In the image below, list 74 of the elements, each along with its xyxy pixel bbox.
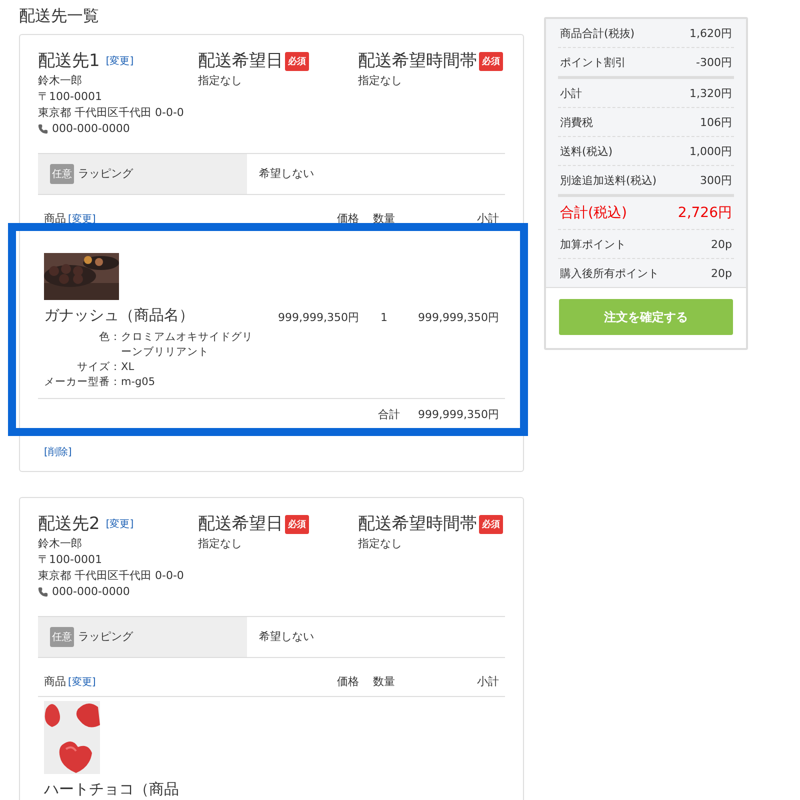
- phone-number: 000-000-0000: [52, 584, 130, 600]
- delivery-date-value: 指定なし: [198, 73, 243, 89]
- summary-label: 消費税: [560, 114, 593, 130]
- change-link[interactable]: [変更]: [106, 517, 134, 531]
- option-label: メーカー型番：: [44, 375, 121, 390]
- shipment-title: 配送先2: [38, 513, 100, 536]
- required-badge: 必須: [285, 52, 309, 70]
- summary-label: 商品合計(税抜): [560, 26, 635, 40]
- wrapping-value: 希望しない: [259, 629, 314, 645]
- required-badge: 必須: [285, 514, 309, 534]
- optional-badge: 任意: [50, 627, 74, 647]
- summary-value: 2,726円: [678, 204, 732, 222]
- optional-badge: 任意: [50, 164, 74, 184]
- summary-value: -300円: [696, 54, 732, 70]
- option-label: サイズ：: [76, 360, 121, 375]
- phone-icon: [38, 124, 48, 134]
- recipient-name: 鈴木一郎: [38, 536, 83, 552]
- recipient-name: 鈴木一郎: [38, 73, 83, 89]
- total-label: 合計: [378, 407, 400, 423]
- postal-code: 〒100-0001: [38, 552, 103, 568]
- delivery-time-value: 指定なし: [358, 73, 403, 89]
- phone-icon: [38, 587, 48, 597]
- address: 東京都 千代田区千代田 0-0-0: [38, 568, 185, 584]
- phone-number: 000-000-0000: [52, 121, 130, 137]
- required-badge: 必須: [479, 52, 503, 70]
- column-header: 商品: [44, 674, 66, 690]
- quantity: 1: [380, 310, 388, 326]
- option-label: 色：: [98, 330, 121, 345]
- summary-label: 送料(税込): [560, 144, 613, 158]
- product-name: ガナッシュ（商品名）: [44, 305, 195, 326]
- delivery-time-label: 配送希望時間帯: [358, 50, 477, 73]
- delivery-date-label: 配送希望日: [198, 50, 283, 73]
- summary-value: 1,000円: [690, 144, 732, 158]
- delivery-date-value: 指定なし: [198, 536, 243, 552]
- summary-label: ポイント割引: [560, 54, 626, 70]
- summary-value: 1,320円: [690, 86, 732, 100]
- subtotal: 999,999,350円: [417, 310, 499, 326]
- column-header: 価格: [336, 211, 359, 227]
- column-header: 数量: [372, 674, 396, 690]
- product-name: ハートチョコ（商品: [44, 779, 180, 800]
- column-header: 商品: [44, 211, 66, 227]
- change-link[interactable]: [変更]: [106, 54, 134, 68]
- delivery-time-label: 配送希望時間帯: [358, 513, 477, 536]
- option-value: クロミアムオキサイドグリーンブリリアント: [121, 330, 254, 360]
- summary-value: 106円: [700, 114, 732, 130]
- wrapping-value: 希望しない: [259, 166, 314, 182]
- summary-label: 別途追加送料(税込): [560, 172, 657, 188]
- summary-label: 購入後所有ポイント: [560, 266, 659, 280]
- option-value: XL: [121, 360, 136, 375]
- summary-label: 小計: [560, 86, 582, 100]
- total-value: 999,999,350円: [418, 407, 499, 423]
- summary-value: 1,620円: [690, 26, 732, 40]
- delete-link[interactable]: [削除]: [44, 445, 72, 459]
- shipment-title: 配送先1: [38, 50, 100, 73]
- column-header: 小計: [476, 674, 499, 690]
- delivery-date-label: 配送希望日: [198, 513, 283, 536]
- required-badge: 必須: [479, 514, 503, 534]
- summary-value: 20p: [711, 238, 732, 250]
- address: 東京都 千代田区千代田 0-0-0: [38, 105, 185, 121]
- page-title: 配送先一覧: [19, 5, 100, 27]
- wrapping-label: ラッピング: [78, 166, 133, 182]
- option-value: m-g05: [121, 375, 156, 390]
- summary-value: 20p: [711, 266, 732, 280]
- summary-label: 加算ポイント: [560, 236, 626, 252]
- delivery-time-value: 指定なし: [358, 536, 403, 552]
- wrapping-label: ラッピング: [78, 629, 133, 645]
- summary-label: 合計(税込): [560, 204, 627, 222]
- price: 999,999,350円: [277, 310, 359, 326]
- change-link[interactable]: [変更]: [68, 675, 96, 689]
- column-header: 小計: [476, 211, 499, 227]
- column-header: 価格: [336, 674, 359, 690]
- postal-code: 〒100-0001: [38, 89, 103, 105]
- summary-value: 300円: [700, 172, 732, 188]
- column-header: 数量: [372, 211, 396, 227]
